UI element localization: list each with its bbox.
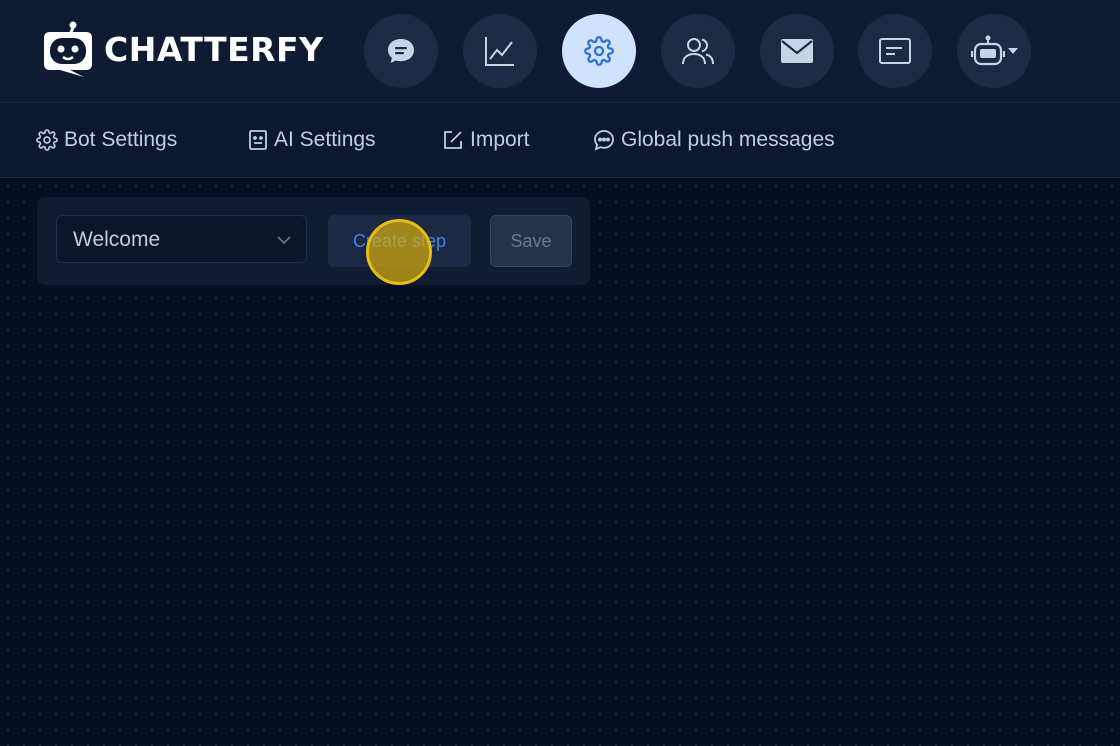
nav-users-button[interactable] bbox=[661, 14, 735, 88]
subnav-ai-settings-label: AI Settings bbox=[274, 128, 376, 151]
robot-logo-icon bbox=[44, 21, 92, 77]
users-icon bbox=[682, 38, 714, 65]
nav-mail-button[interactable] bbox=[760, 14, 834, 88]
subnav-import[interactable]: Import bbox=[442, 103, 530, 177]
save-button[interactable]: Save bbox=[490, 215, 572, 267]
subnav-import-label: Import bbox=[470, 128, 530, 151]
subnav-global-push-label: Global push messages bbox=[621, 128, 835, 151]
chat-dots-icon bbox=[594, 130, 614, 151]
line-chart-icon bbox=[485, 37, 514, 66]
click-highlight-indicator bbox=[366, 219, 432, 285]
subnav-bot-settings[interactable]: Bot Settings bbox=[36, 103, 177, 177]
edit-square-icon bbox=[444, 131, 462, 149]
caret-down-icon bbox=[1007, 47, 1018, 54]
subnav-global-push-messages[interactable]: Global push messages bbox=[593, 103, 835, 177]
nav-broadcasts-button[interactable] bbox=[858, 14, 932, 88]
robot-face-icon bbox=[249, 130, 267, 150]
step-select-value: Welcome bbox=[73, 228, 161, 251]
chat-bubble-icon bbox=[388, 39, 414, 63]
robot-icon bbox=[970, 35, 1005, 66]
nav-messages-button[interactable] bbox=[364, 14, 438, 88]
message-card-icon bbox=[879, 38, 911, 64]
step-select[interactable]: Welcome bbox=[56, 215, 307, 263]
nav-settings-button[interactable] bbox=[562, 14, 636, 88]
chevron-down-icon bbox=[277, 236, 291, 245]
subnav-bot-settings-label: Bot Settings bbox=[64, 128, 178, 151]
gear-icon bbox=[584, 36, 614, 66]
nav-analytics-button[interactable] bbox=[463, 14, 537, 88]
settings-subnav: Bot Settings AI Settings Import Global p… bbox=[0, 103, 1120, 178]
nav-bot-menu-button[interactable] bbox=[957, 14, 1031, 88]
brand-logo[interactable]: CHATTERFY bbox=[36, 20, 323, 78]
envelope-icon bbox=[781, 39, 813, 63]
top-navigation-bar: CHATTERFY bbox=[0, 0, 1120, 103]
subnav-ai-settings[interactable]: AI Settings bbox=[248, 103, 376, 177]
gear-icon bbox=[36, 129, 58, 151]
brand-name: CHATTERFY bbox=[104, 29, 324, 69]
